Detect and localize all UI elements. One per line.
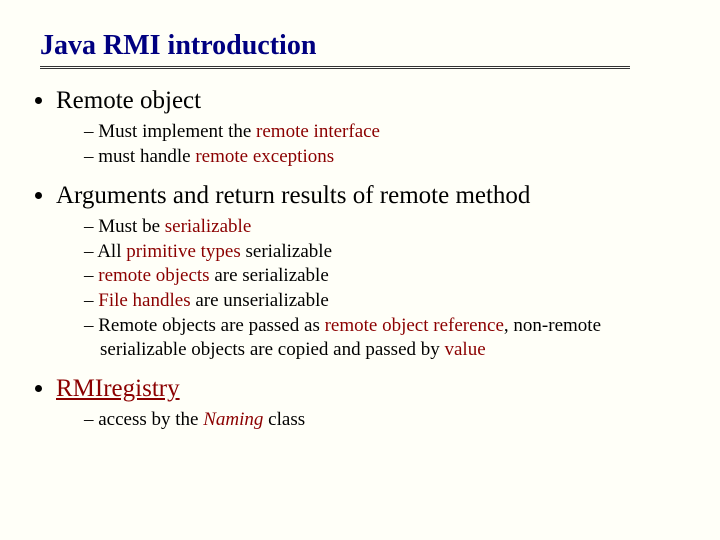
keyword: value: [445, 339, 486, 360]
sublist: Must implement the remote interface must…: [56, 120, 690, 169]
sublist: Must be serializable All primitive types…: [56, 215, 690, 363]
slide: Java RMI introduction Remote object Must…: [0, 0, 720, 463]
sub-item: Must be serializable: [84, 215, 690, 240]
sub-item: remote objects are serializable: [84, 264, 690, 289]
title-underline: [40, 66, 630, 69]
keyword: remote objects: [98, 265, 209, 286]
sub-item: Remote objects are passed as remote obje…: [84, 314, 690, 363]
sub-item: access by the Naming class: [84, 408, 690, 433]
bullet-list: Remote object Must implement the remote …: [30, 85, 690, 433]
bullet-label: Arguments and return results of remote m…: [56, 182, 530, 209]
bullet-remote-object: Remote object Must implement the remote …: [56, 85, 690, 170]
slide-title: Java RMI introduction: [40, 30, 690, 62]
keyword: File handles: [98, 290, 190, 311]
keyword: serializable: [165, 216, 252, 237]
bullet-rmiregistry: RMIregistry access by the Naming class: [56, 373, 690, 433]
keyword: remote exceptions: [195, 146, 334, 167]
bullet-arguments: Arguments and return results of remote m…: [56, 180, 690, 363]
sublist: access by the Naming class: [56, 408, 690, 433]
sub-item: All primitive types serializable: [84, 240, 690, 265]
rmiregistry-link[interactable]: RMIregistry: [56, 375, 180, 402]
keyword: remote object reference: [325, 315, 504, 336]
sub-item: Must implement the remote interface: [84, 120, 690, 145]
bullet-label: Remote object: [56, 87, 201, 114]
keyword-italic: Naming: [203, 409, 263, 430]
sub-item: must handle remote exceptions: [84, 145, 690, 170]
keyword: remote interface: [256, 121, 380, 142]
sub-item: File handles are unserializable: [84, 289, 690, 314]
keyword: primitive types: [126, 241, 241, 262]
